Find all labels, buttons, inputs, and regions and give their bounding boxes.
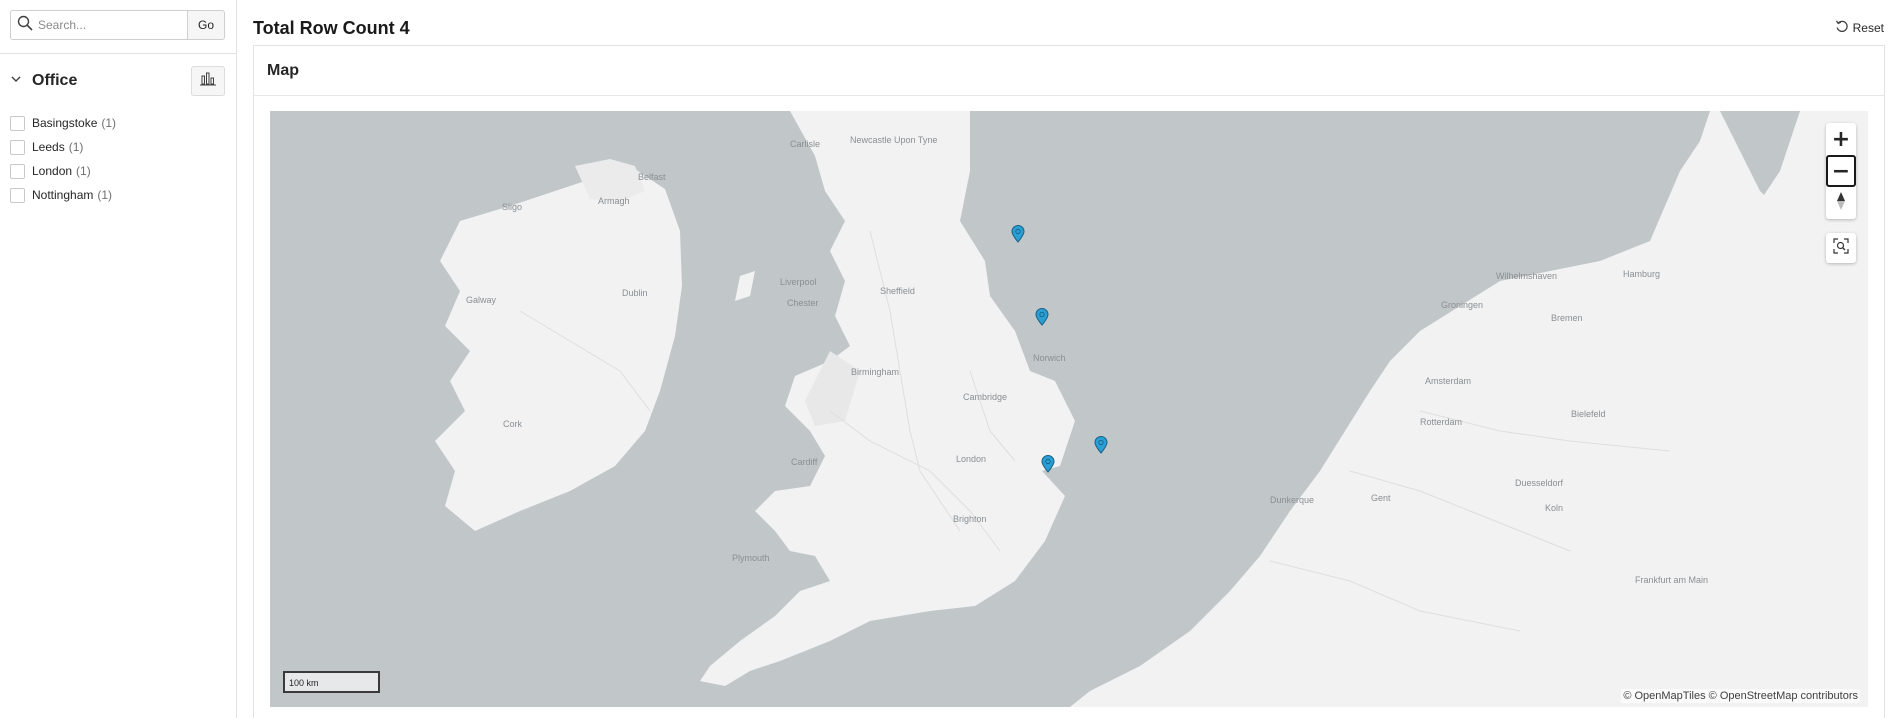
- total-row-count: Total Row Count 4: [253, 18, 410, 38]
- region-header: Map: [254, 46, 1884, 96]
- facet-collapse-toggle[interactable]: Office: [10, 72, 77, 90]
- map-label: Norwich: [1033, 353, 1066, 363]
- divider: [0, 53, 236, 54]
- search-field[interactable]: [10, 10, 187, 40]
- map-label: Duesseldorf: [1515, 478, 1564, 488]
- map-label: Armagh: [598, 196, 630, 206]
- map-label: Hamburg: [1623, 269, 1661, 279]
- map-label: Frankfurt am Main: [1635, 575, 1709, 585]
- zoom-to-data-button[interactable]: [1826, 233, 1856, 263]
- map-label: Newcastle Upon Tyne: [850, 135, 938, 145]
- facet-checkbox[interactable]: [10, 187, 25, 203]
- search-input[interactable]: [38, 18, 178, 32]
- undo-icon: [1835, 19, 1853, 36]
- facet-item-nottingham[interactable]: Nottingham (1): [10, 183, 225, 207]
- map-marker-leeds[interactable]: [1011, 225, 1025, 243]
- reset-button[interactable]: Reset: [1835, 19, 1884, 36]
- facet-item-leeds[interactable]: Leeds (1): [10, 135, 225, 159]
- map-label: Amsterdam: [1425, 376, 1472, 386]
- map-label: Belfast: [638, 172, 666, 182]
- map-canvas[interactable]: Newcastle Upon Tyne Carlisle Belfast Arm…: [270, 111, 1868, 707]
- map-label: Bremen: [1551, 313, 1583, 323]
- map-label: Gent: [1371, 493, 1391, 503]
- reset-label: Reset: [1852, 20, 1884, 35]
- facet-item-count: (1): [76, 164, 91, 178]
- basemap: [270, 111, 1868, 707]
- facet-item-label: Leeds: [32, 140, 65, 154]
- map-marker-london[interactable]: [1094, 436, 1108, 454]
- map-label: Dublin: [622, 288, 648, 298]
- facet-item-count: (1): [97, 188, 113, 202]
- bar-chart-icon: [200, 72, 216, 91]
- chevron-down-icon: [10, 72, 22, 90]
- compass-icon: [1835, 191, 1847, 216]
- scale-bar: 100 km: [283, 671, 380, 693]
- facet-item-london[interactable]: London (1): [10, 159, 225, 183]
- map-label: Carlisle: [790, 139, 821, 149]
- map-label: Cardiff: [791, 457, 818, 467]
- facet-item-count: (1): [101, 116, 117, 130]
- map-marker-basingstoke[interactable]: [1041, 455, 1055, 473]
- facet-item-basingstoke[interactable]: Basingstoke (1): [10, 111, 225, 135]
- map-label: London: [956, 454, 987, 464]
- map-label: Birmingham: [851, 367, 900, 377]
- zoom-in-button[interactable]: +: [1826, 123, 1856, 155]
- facet-header-office: Office: [10, 66, 225, 96]
- map-label: Liverpool: [780, 277, 817, 287]
- map-label: Dunkerque: [1270, 495, 1315, 505]
- map-label: Bielefeld: [1571, 409, 1606, 419]
- map-label: Galway: [466, 295, 497, 305]
- map-label: Cambridge: [963, 392, 1008, 402]
- search-bar: Go: [10, 10, 225, 40]
- facet-list: Basingstoke (1) Leeds (1) London (1) Not…: [10, 111, 225, 207]
- search-icon: [17, 15, 33, 36]
- map-label: Wilhelmshaven: [1496, 271, 1558, 281]
- map-label: Groningen: [1441, 300, 1484, 310]
- compass-button[interactable]: [1826, 187, 1856, 219]
- map-label: Plymouth: [732, 553, 770, 563]
- facet-chart-button[interactable]: [191, 66, 225, 96]
- facet-item-label: London: [32, 164, 73, 178]
- zoom-extent-icon: [1833, 237, 1849, 259]
- faceted-search-panel: Go Office Basingstoke (1) Leeds (1): [0, 0, 237, 718]
- facet-checkbox[interactable]: [10, 139, 25, 155]
- map-label: Koln: [1545, 503, 1564, 513]
- facet-item-count: (1): [68, 140, 84, 154]
- map-region: Map Newcastle Upon Tyne Carlisle Belfast…: [253, 45, 1885, 718]
- map-label: Rotterdam: [1420, 417, 1463, 427]
- map-label: Cork: [503, 419, 523, 429]
- map-label: Chester: [787, 298, 819, 308]
- map-label: Brighton: [953, 514, 987, 524]
- map-attribution: © OpenMapTiles © OpenStreetMap contribut…: [1621, 689, 1860, 703]
- facet-checkbox[interactable]: [10, 115, 25, 131]
- region-title: Map: [267, 61, 299, 79]
- map-label: Sligo: [502, 202, 523, 212]
- map-label: Sheffield: [880, 286, 915, 296]
- facet-title: Office: [32, 72, 78, 89]
- go-button[interactable]: Go: [187, 10, 225, 40]
- zoom-out-button[interactable]: −: [1826, 155, 1856, 187]
- facet-item-label: Nottingham: [32, 188, 94, 202]
- facet-checkbox[interactable]: [10, 163, 25, 179]
- facet-item-label: Basingstoke: [32, 116, 98, 130]
- map-marker-nottingham[interactable]: [1035, 308, 1049, 326]
- map-navigation-control: + −: [1826, 123, 1856, 219]
